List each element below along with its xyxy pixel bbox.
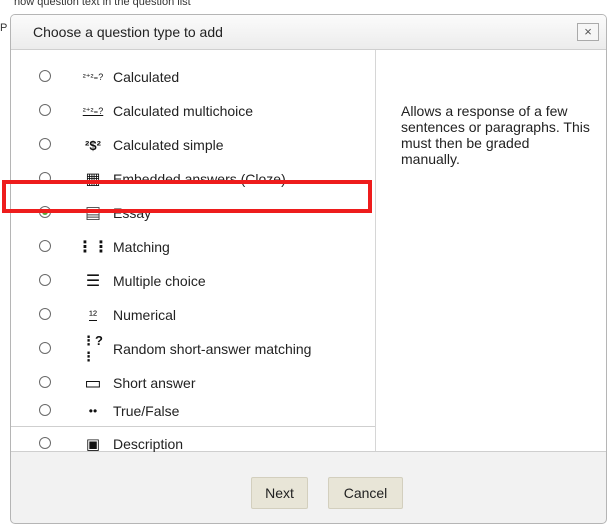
radio-true-false[interactable] bbox=[39, 404, 51, 416]
background-caret: P bbox=[0, 22, 8, 34]
matching-icon: ⋮⋮ bbox=[77, 239, 109, 256]
option-true-false[interactable]: •• True/False bbox=[11, 396, 376, 426]
essay-highlight-box bbox=[2, 180, 372, 213]
option-matching[interactable]: ⋮⋮ Matching bbox=[11, 232, 376, 262]
calculated-icon: ²⁺²₌? bbox=[82, 71, 104, 82]
option-label: Calculated simple bbox=[113, 137, 224, 153]
type-summary: Allows a response of a few sentences or … bbox=[401, 103, 590, 167]
option-calculated-simple[interactable]: ²$² Calculated simple bbox=[11, 130, 376, 160]
random-matching-icon: ⋮?⋮ bbox=[82, 333, 103, 364]
option-label: Numerical bbox=[113, 307, 177, 323]
option-label: Calculated multichoice bbox=[113, 103, 254, 119]
radio-calculated-multichoice[interactable] bbox=[39, 104, 51, 116]
radio-multiple-choice[interactable] bbox=[39, 274, 51, 286]
calculated-simple-icon: ²$² bbox=[85, 137, 101, 153]
question-type-list: ²⁺²₌? Calculated ²⁺²₌? Calculated multic… bbox=[11, 50, 376, 453]
option-label: True/False bbox=[113, 403, 180, 419]
dialog-title: Choose a question type to add bbox=[33, 24, 223, 40]
question-type-dialog: Choose a question type to add × ²⁺²₌? Ca… bbox=[10, 14, 607, 524]
option-label: Multiple choice bbox=[113, 273, 206, 289]
radio-numerical[interactable] bbox=[39, 308, 51, 320]
radio-matching[interactable] bbox=[39, 240, 51, 252]
multiple-choice-icon: ☰ bbox=[85, 273, 101, 290]
option-short-answer[interactable]: ▭ Short answer bbox=[11, 368, 376, 398]
next-button[interactable]: Next bbox=[251, 477, 308, 509]
numerical-icon: ¹² bbox=[89, 308, 97, 322]
close-button[interactable]: × bbox=[577, 23, 599, 41]
option-description[interactable]: ▣ Description bbox=[11, 429, 376, 459]
option-label: Random short-answer matching bbox=[113, 341, 312, 357]
radio-calculated[interactable] bbox=[39, 70, 51, 82]
cancel-button[interactable]: Cancel bbox=[328, 477, 403, 509]
radio-calculated-simple[interactable] bbox=[39, 138, 51, 150]
option-numerical[interactable]: ¹² Numerical bbox=[11, 300, 376, 330]
option-random-short-answer-matching[interactable]: ⋮?⋮ Random short-answer matching bbox=[11, 333, 376, 364]
dialog-title-bar: Choose a question type to add × bbox=[11, 15, 606, 50]
radio-short-answer[interactable] bbox=[39, 376, 51, 388]
background-text: now question text in the question list bbox=[14, 0, 191, 8]
option-calculated[interactable]: ²⁺²₌? Calculated bbox=[11, 62, 376, 92]
option-label: Matching bbox=[113, 239, 170, 255]
option-label: Short answer bbox=[113, 375, 196, 391]
calculated-multichoice-icon: ²⁺²₌? bbox=[82, 105, 104, 116]
close-icon: × bbox=[584, 24, 592, 39]
short-answer-icon: ▭ bbox=[84, 372, 102, 393]
description-separator bbox=[11, 426, 375, 427]
option-calculated-multichoice[interactable]: ²⁺²₌? Calculated multichoice bbox=[11, 96, 376, 126]
option-multiple-choice[interactable]: ☰ Multiple choice bbox=[11, 266, 376, 296]
description-icon: ▣ bbox=[85, 436, 101, 453]
option-label: Description bbox=[113, 436, 184, 452]
option-label: Calculated bbox=[113, 69, 180, 85]
radio-random-short-answer-matching[interactable] bbox=[39, 342, 51, 354]
dialog-body: ²⁺²₌? Calculated ²⁺²₌? Calculated multic… bbox=[11, 50, 606, 453]
true-false-icon: •• bbox=[88, 404, 98, 418]
radio-description[interactable] bbox=[39, 437, 51, 449]
